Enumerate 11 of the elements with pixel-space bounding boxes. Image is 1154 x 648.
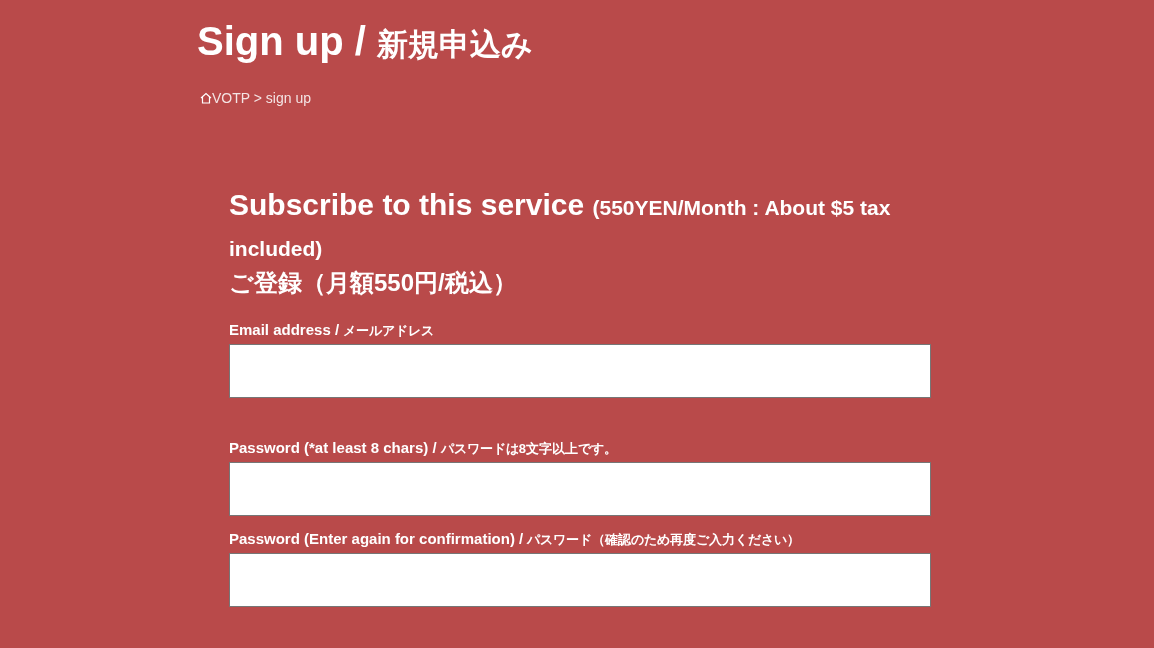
field-label: Email address / メールアドレス [229,320,435,340]
input-field[interactable] [229,553,931,607]
field-label: Password (Enter again for confirmation) / パスワード（確認のため再度ご入力ください） [229,529,801,549]
input-field[interactable] [229,344,931,398]
home-icon[interactable] [200,92,212,104]
field-label: Password (*at least 8 chars) / パスワードは8文字以上です。 [229,438,617,458]
form-heading: Subscribe to this service (550YEN/Month : About $5 tax included) [229,187,892,262]
page-title: Sign up / 新規申込み [197,18,533,65]
input-field[interactable] [229,462,931,516]
form-subheading: ご登録（月額550円/税込） [229,268,517,298]
breadcrumb-link[interactable]: VOTP > sign up [212,90,311,106]
